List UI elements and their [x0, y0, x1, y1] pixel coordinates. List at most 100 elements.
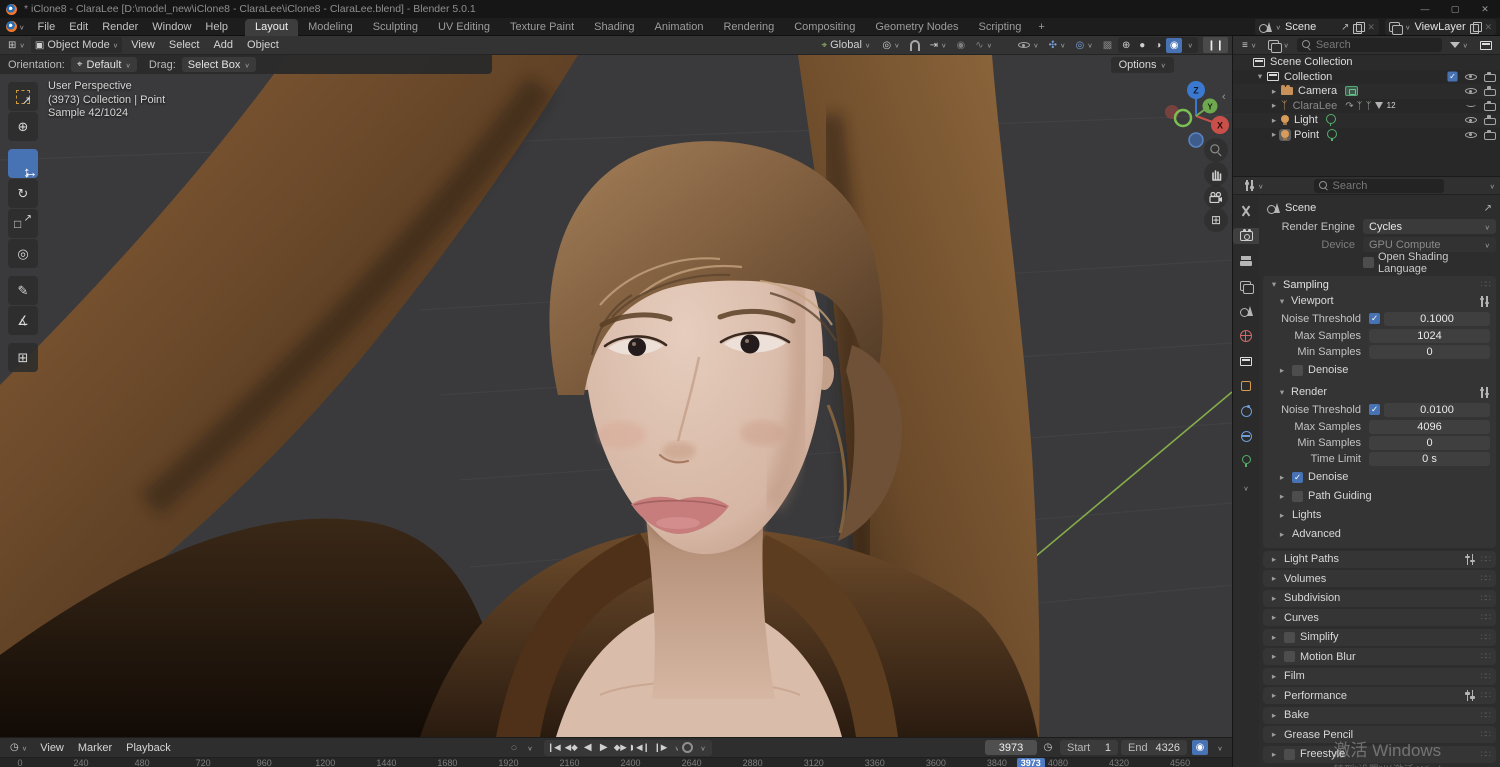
zoom-button[interactable] — [1204, 138, 1228, 162]
blender-menu-button[interactable] — [0, 21, 31, 33]
section-freestyle[interactable]: Freestyle ∷∷ — [1263, 745, 1496, 763]
render-noise-threshold-checkbox[interactable] — [1369, 404, 1380, 415]
grip-icon[interactable]: ∷∷ — [1481, 554, 1492, 565]
grip-icon[interactable]: ∷∷ — [1481, 651, 1492, 662]
workspace-tab-texture-paint[interactable]: Texture Paint — [500, 19, 584, 36]
camera-view-button[interactable] — [1204, 185, 1228, 209]
rotate-tool[interactable]: ↻ — [8, 179, 38, 208]
grip-icon[interactable]: ∷∷ — [1481, 573, 1492, 584]
grip-icon[interactable]: ∷∷ — [1481, 690, 1492, 701]
viewport-denoise-checkbox[interactable] — [1292, 364, 1303, 376]
play-button[interactable]: ▶ — [596, 740, 612, 755]
workspace-tab-animation[interactable]: Animation — [645, 19, 714, 36]
preset-icon[interactable] — [1464, 553, 1476, 565]
simplify-checkbox[interactable] — [1284, 631, 1295, 643]
pan-button[interactable] — [1204, 162, 1228, 186]
pause-render-button[interactable]: ❙❙ — [1203, 37, 1228, 53]
workspace-tab-uv-editing[interactable]: UV Editing — [428, 19, 500, 36]
tab-view-layer[interactable] — [1234, 278, 1258, 294]
tab-scene[interactable] — [1234, 303, 1258, 319]
render-min-samples-field[interactable]: 0 — [1369, 435, 1490, 450]
outliner-search-input[interactable]: Search — [1296, 38, 1442, 52]
transform-tool[interactable]: ◎ — [8, 239, 38, 268]
advanced-row[interactable]: Advanced — [1263, 526, 1496, 542]
pin-icon[interactable] — [1341, 21, 1349, 33]
section-film[interactable]: Film ∷∷ — [1263, 667, 1496, 685]
shading-solid-button[interactable]: ● — [1134, 38, 1150, 53]
menu-window[interactable]: Window — [145, 21, 198, 33]
frame-end-field[interactable]: End 4326 — [1121, 740, 1187, 755]
playhead[interactable]: 3973 — [1016, 758, 1045, 767]
perspective-toggle-button[interactable]: ⊞ — [1204, 208, 1228, 232]
shading-wireframe-button[interactable]: ⊕ — [1118, 38, 1134, 53]
move-tool[interactable] — [8, 149, 38, 178]
next-frame-button[interactable]: ❙▶ — [652, 740, 670, 755]
render-time-limit-field[interactable]: 0 s — [1369, 451, 1490, 466]
workspace-tab-rendering[interactable]: Rendering — [713, 19, 784, 36]
viewport-menu-add[interactable]: Add — [206, 39, 240, 51]
add-cube-tool[interactable]: ⊞ — [8, 343, 38, 372]
frame-start-field[interactable]: Start 1 — [1060, 740, 1118, 755]
sampling-panel-header[interactable]: Sampling ∷∷ — [1263, 276, 1496, 293]
select-box-tool[interactable] — [8, 82, 38, 111]
render-engine-select[interactable]: Cycles — [1363, 219, 1496, 234]
expand-icon[interactable] — [1269, 129, 1279, 140]
lights-row[interactable]: Lights — [1263, 507, 1496, 523]
section-bake[interactable]: Bake ∷∷ — [1263, 706, 1496, 724]
grip-icon[interactable]: ∷∷ — [1481, 612, 1492, 623]
disable-render-toggle[interactable] — [1484, 100, 1496, 111]
motion-blur-checkbox[interactable] — [1284, 651, 1295, 662]
timeline-shading-button[interactable]: ◉ — [1192, 740, 1208, 755]
timeline-menu-marker[interactable]: Marker — [71, 742, 119, 754]
copy-icon[interactable] — [1470, 21, 1483, 34]
copy-icon[interactable] — [1353, 21, 1366, 34]
freestyle-checkbox[interactable] — [1284, 748, 1295, 760]
grip-icon[interactable]: ∷∷ — [1481, 671, 1492, 682]
breadcrumb-scene[interactable]: Scene — [1285, 202, 1316, 214]
tab-object[interactable] — [1234, 378, 1258, 394]
tab-constraints[interactable] — [1234, 428, 1258, 444]
orientation-dropdown[interactable]: ⌖ Default — [70, 57, 137, 72]
workspace-tab-compositing[interactable]: Compositing — [784, 19, 865, 36]
prev-keyframe-button[interactable]: ◀◆ — [563, 740, 580, 755]
menu-render[interactable]: Render — [95, 21, 145, 33]
editor-type-button[interactable]: ⊞ — [4, 37, 29, 53]
auto-key-button[interactable] — [679, 740, 695, 755]
section-motion-blur[interactable]: Motion Blur ∷∷ — [1263, 648, 1496, 665]
timeline-menu-playback[interactable]: Playback — [119, 742, 178, 754]
snap-settings[interactable]: ⇥ — [926, 37, 951, 53]
tab-collection[interactable] — [1234, 353, 1258, 369]
workspace-tab-modeling[interactable]: Modeling — [298, 19, 363, 36]
hide-viewport-toggle[interactable] — [1465, 86, 1477, 96]
outliner-filter-button[interactable] — [1446, 37, 1473, 53]
preset-icon[interactable] — [1478, 295, 1490, 307]
menu-edit[interactable]: Edit — [62, 21, 95, 33]
hide-viewport-toggle[interactable] — [1465, 101, 1477, 111]
preset-icon[interactable] — [1464, 690, 1476, 701]
menu-file[interactable]: File — [31, 21, 63, 33]
path-guiding-checkbox[interactable] — [1292, 490, 1303, 502]
render-noise-threshold-field[interactable]: 0.0100 — [1384, 402, 1490, 417]
render-max-samples-field[interactable]: 4096 — [1369, 419, 1490, 434]
viewport-3d[interactable]: ⊞ ▣Object Mode ViewSelectAddObject ⌖Glob… — [0, 36, 1232, 767]
render-denoise-checkbox[interactable] — [1292, 471, 1303, 483]
tab-output[interactable] — [1234, 253, 1258, 269]
prev-frame-button[interactable]: ◀❙ — [634, 740, 652, 755]
tab-physics[interactable] — [1234, 403, 1258, 419]
scene-selector[interactable]: Scene — [1254, 19, 1379, 35]
tab-render[interactable] — [1233, 228, 1259, 244]
outliner-row-scene-collection[interactable]: Scene Collection — [1233, 55, 1500, 70]
add-workspace-button[interactable]: + — [1031, 19, 1051, 35]
viewport-menu-object[interactable]: Object — [240, 39, 286, 51]
render-denoise-row[interactable]: Denoise — [1263, 469, 1496, 485]
sampling-render-header[interactable]: Render — [1263, 384, 1496, 400]
disable-render-toggle[interactable] — [1484, 115, 1496, 126]
disable-render-toggle[interactable] — [1484, 129, 1496, 140]
viewport-denoise-row[interactable]: Denoise — [1263, 362, 1496, 378]
hide-viewport-toggle[interactable] — [1465, 72, 1477, 82]
outliner-editor-type-button[interactable]: ≡ — [1238, 37, 1260, 53]
expand-icon[interactable] — [1269, 115, 1279, 126]
section-simplify[interactable]: Simplify ∷∷ — [1263, 628, 1496, 646]
grip-icon[interactable]: ∷∷ — [1481, 710, 1492, 721]
scale-tool[interactable] — [8, 209, 38, 238]
